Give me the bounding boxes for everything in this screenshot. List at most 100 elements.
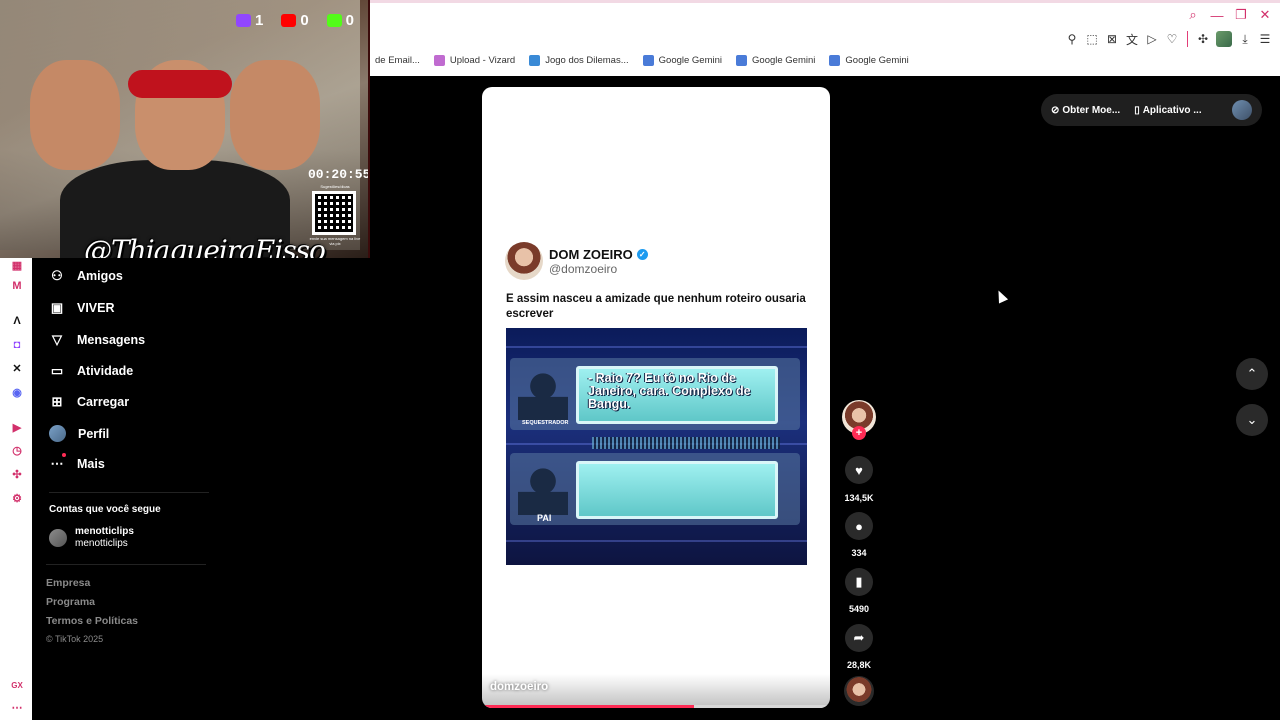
sidebar-item-mensagens[interactable]: ▽ Mensagens bbox=[49, 332, 145, 348]
settings-icon[interactable]: ⚙ bbox=[10, 491, 24, 505]
sidebar-item-atividade[interactable]: ▭ Atividade bbox=[49, 363, 133, 379]
stream-timer: 00:20:55 bbox=[308, 167, 370, 182]
sidebar-item-label: Mais bbox=[77, 457, 105, 471]
notification-dot bbox=[62, 453, 66, 457]
vizard-icon bbox=[433, 55, 445, 66]
restore-icon[interactable]: ❐ bbox=[1234, 7, 1248, 22]
menu-icon[interactable]: ☰ bbox=[1258, 31, 1272, 47]
bookmark-item[interactable]: Google Gemini bbox=[642, 55, 722, 66]
block-icon[interactable]: ⊠ bbox=[1105, 31, 1119, 47]
media-stripe bbox=[506, 540, 807, 542]
media-waveform bbox=[592, 437, 780, 449]
bookmark-label: Upload - Vizard bbox=[449, 55, 516, 66]
header-actions: ⊘ Obter Moe... ▯ Aplicativo ... bbox=[1041, 94, 1262, 126]
video-player[interactable]: DOM ZOEIRO ✓ @domzoeiro E assim nasceu a … bbox=[482, 87, 830, 708]
twitch-stat: 1 bbox=[235, 12, 263, 29]
sidebar-item-mais[interactable]: ⋯ Mais bbox=[49, 453, 105, 472]
youtube-icon bbox=[281, 14, 297, 27]
sidebar-item-label: Carregar bbox=[77, 395, 130, 409]
share-button[interactable]: ➦ bbox=[845, 624, 873, 652]
footer-link-company[interactable]: Empresa bbox=[46, 577, 138, 589]
bookmarks-bar: de Email... Upload - Vizard Jogo dos Dilem… bbox=[370, 55, 909, 66]
bookmark-item[interactable]: Upload - Vizard bbox=[433, 55, 516, 66]
bookmark-item[interactable]: Jogo dos Dilemas... bbox=[529, 55, 629, 66]
toolbar-divider bbox=[1187, 31, 1188, 47]
bookmark-item[interactable]: Google Gemini bbox=[736, 55, 815, 66]
sidebar-item-label: Mensagens bbox=[77, 333, 146, 347]
pin-icon[interactable]: ⚲ bbox=[1065, 31, 1079, 47]
sidebar-item-viver[interactable]: ▣ VIVER bbox=[49, 300, 115, 316]
copyright: © TikTok 2025 bbox=[46, 634, 104, 644]
heart-icon[interactable]: ♡ bbox=[1165, 31, 1179, 47]
bookmark-item[interactable]: Google Gemini bbox=[829, 55, 909, 66]
gemini-icon bbox=[642, 55, 654, 66]
following-username: menotticlips bbox=[75, 538, 128, 549]
bookmark-label: de Email... bbox=[375, 55, 420, 66]
follow-plus-icon[interactable]: + bbox=[852, 426, 866, 440]
comment-count: 334 bbox=[851, 548, 867, 558]
sidebar-item-label: VIVER bbox=[77, 301, 115, 315]
x-icon[interactable]: ✕ bbox=[10, 361, 24, 375]
video-progress[interactable] bbox=[482, 705, 830, 708]
player-icon[interactable]: ▶ bbox=[10, 420, 24, 434]
history-icon[interactable]: ◷ bbox=[10, 443, 24, 457]
extensions-sidebar-icon[interactable]: ✣ bbox=[10, 467, 24, 481]
close-icon[interactable]: ✕ bbox=[1258, 7, 1272, 22]
chevron-down-icon: ⌄ bbox=[1246, 412, 1258, 427]
following-title: Contas que você segue bbox=[49, 504, 161, 515]
like-button[interactable]: ♥ bbox=[845, 456, 873, 484]
coin-icon: ⊘ bbox=[1051, 104, 1060, 116]
previous-video-button[interactable]: ⌃ bbox=[1236, 358, 1268, 390]
viewer-stats: 1 0 0 bbox=[235, 12, 354, 29]
get-app-button[interactable]: ▯ Aplicativo ... bbox=[1134, 105, 1201, 116]
tweet-author: DOM ZOEIRO ✓ @domzoeiro bbox=[549, 247, 648, 276]
minimize-icon[interactable]: — bbox=[1210, 8, 1224, 23]
discord-icon[interactable]: ◉ bbox=[10, 385, 24, 399]
nav-divider bbox=[49, 492, 209, 493]
following-account[interactable]: menotticlips menotticlips bbox=[49, 526, 134, 550]
verified-icon: ✓ bbox=[636, 248, 648, 260]
profile-avatar[interactable] bbox=[1216, 31, 1232, 47]
gmail-icon[interactable]: M bbox=[10, 279, 24, 293]
video-author[interactable]: domzoeiro bbox=[490, 681, 548, 693]
mouse-cursor bbox=[993, 288, 1009, 304]
qr-code bbox=[312, 191, 356, 235]
media-stripe bbox=[506, 346, 807, 348]
bookmark-icon: ▮ bbox=[855, 574, 863, 589]
window-controls: ⌕ — ❐ ✕ bbox=[1186, 7, 1272, 23]
like-count: 134,5K bbox=[844, 493, 874, 503]
download-icon[interactable]: ⤓ bbox=[1238, 31, 1252, 47]
gemini-icon bbox=[829, 55, 841, 66]
sidebar-item-carregar[interactable]: ⊞ Carregar bbox=[49, 394, 130, 410]
get-coins-button[interactable]: ⊘ Obter Moe... bbox=[1051, 105, 1120, 116]
sidebar-item-label: Perfil bbox=[78, 426, 110, 441]
translate-icon[interactable]: 文 bbox=[1125, 31, 1139, 47]
kick-count: 0 bbox=[345, 12, 354, 29]
app-a-icon[interactable]: Λ bbox=[10, 314, 24, 328]
screenshot-icon[interactable]: ⬚ bbox=[1085, 31, 1099, 47]
avatar[interactable] bbox=[1232, 100, 1252, 120]
sidebar-app-icon[interactable]: ▦ bbox=[10, 258, 24, 272]
bookmark-label: Google Gemini bbox=[752, 55, 816, 66]
search-icon[interactable]: ⌕ bbox=[1186, 7, 1200, 22]
sidebar-item-perfil[interactable]: Perfil bbox=[49, 425, 109, 442]
next-video-button[interactable]: ⌄ bbox=[1236, 404, 1268, 436]
twitch-icon[interactable]: ◘ bbox=[10, 338, 24, 352]
father-silhouette bbox=[518, 463, 568, 515]
footer-link-terms[interactable]: Termos e Políticas bbox=[46, 615, 138, 627]
extensions-icon[interactable]: ✣ bbox=[1196, 31, 1210, 47]
sidebar-item-label: Atividade bbox=[77, 364, 134, 378]
sidebar-item-amigos[interactable]: ⚇ Amigos bbox=[49, 268, 123, 284]
webcam-arm-right bbox=[230, 60, 320, 170]
footer-link-program[interactable]: Programa bbox=[46, 596, 138, 608]
more-sidebar-icon[interactable]: ⋯ bbox=[10, 700, 24, 714]
save-button[interactable]: ▮ bbox=[845, 568, 873, 596]
comment-button[interactable]: ● bbox=[845, 512, 873, 540]
play-icon[interactable]: ▷ bbox=[1145, 31, 1159, 47]
music-disc[interactable] bbox=[844, 676, 874, 706]
bookmark-item[interactable]: de Email... bbox=[370, 55, 420, 66]
gx-icon[interactable]: GX bbox=[10, 678, 24, 692]
browser-sidebar: ▦ M Λ ◘ ✕ ◉ ▶ ◷ ✣ ⚙ GX ⋯ bbox=[0, 258, 32, 720]
friends-icon: ⚇ bbox=[51, 268, 63, 283]
chevron-up-icon: ⌃ bbox=[1246, 366, 1258, 381]
